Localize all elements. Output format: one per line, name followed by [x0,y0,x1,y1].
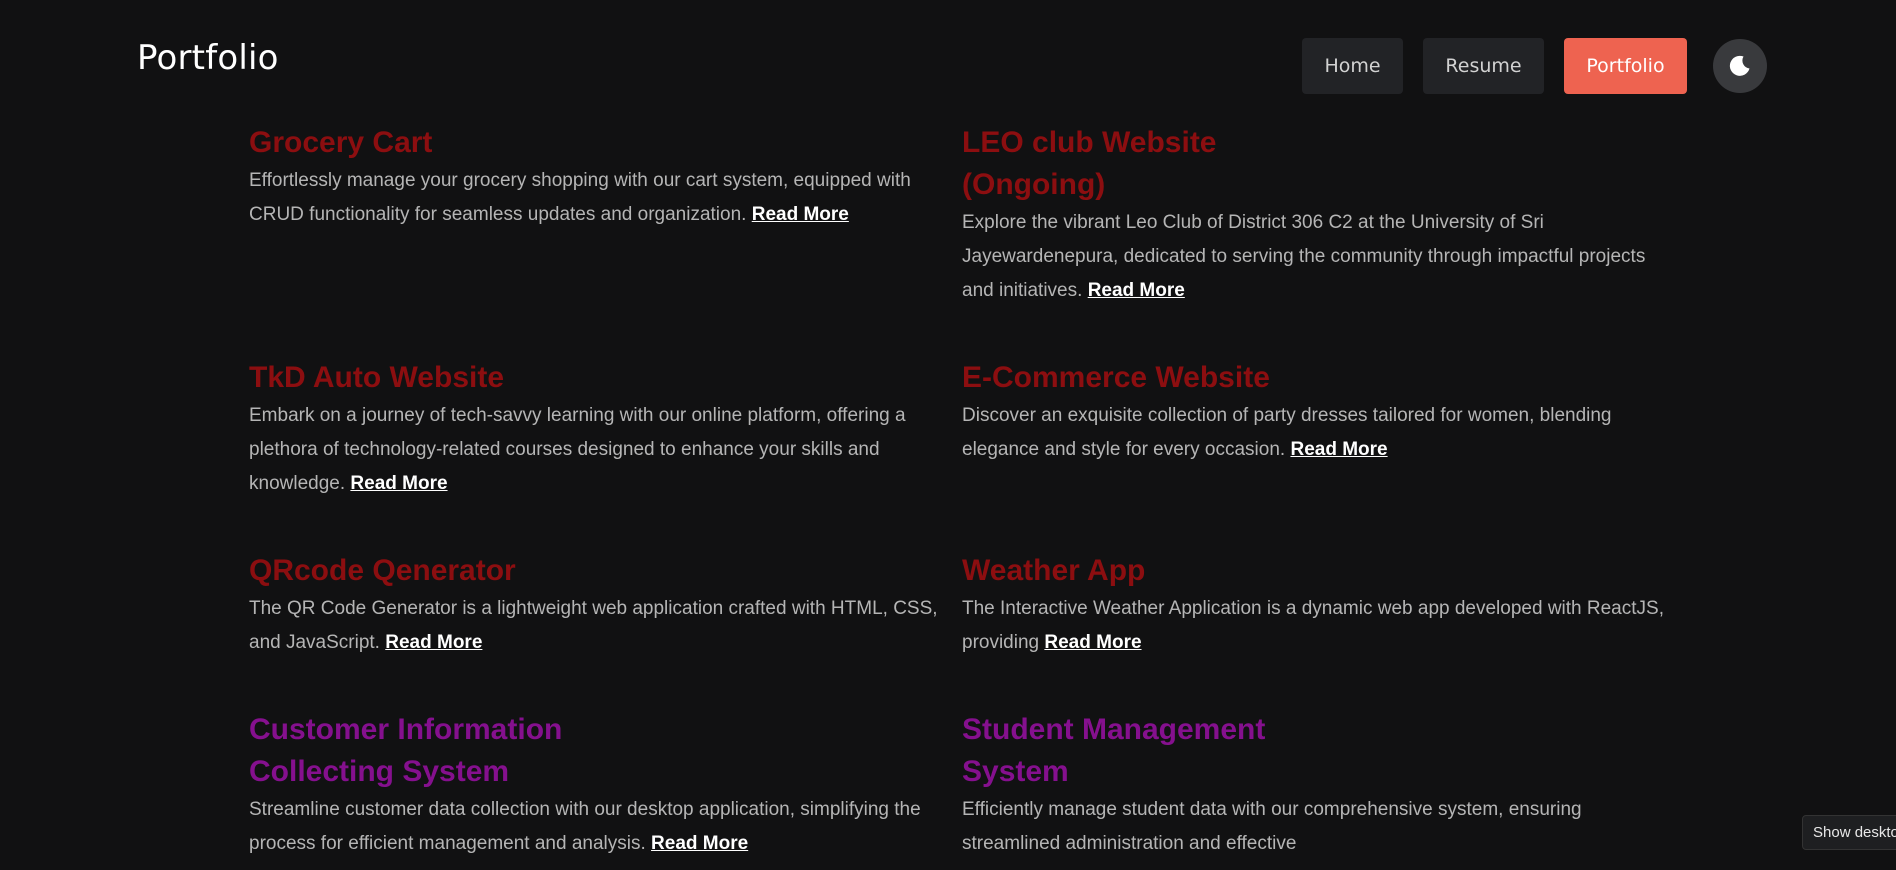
show-desktop-tooltip: Show deskto [1802,815,1896,850]
brand-logo[interactable]: Portfolio [137,38,279,78]
project-description: The Interactive Weather Application is a… [962,598,1664,653]
project-description: Discover an exquisite collection of part… [962,405,1612,460]
project-title: Grocery Cart [249,126,433,159]
top-nav: Home Resume Portfolio [1302,38,1767,94]
project-card-ecommerce: E-Commerce Website Discover an exquisite… [962,357,1672,467]
project-title: E-Commerce Website [962,361,1270,394]
project-description: Effortlessly manage your grocery shoppin… [249,170,911,225]
moon-icon [1729,55,1750,76]
read-more-link[interactable]: Read More [350,473,447,494]
project-card-weather-app: Weather App The Interactive Weather Appl… [962,550,1672,660]
project-title: TkD Auto Website [249,361,505,394]
portfolio-page: Portfolio Home Resume Portfolio Grocery … [0,0,1896,870]
nav-portfolio-button[interactable]: Portfolio [1564,38,1687,94]
project-description: Explore the vibrant Leo Club of District… [962,212,1646,301]
nav-resume-button[interactable]: Resume [1423,38,1544,94]
project-title: Student Management System [962,713,1266,788]
project-title: Customer Information Collecting System [249,713,563,788]
read-more-link[interactable]: Read More [385,632,482,653]
project-card-leo-club: LEO club Website (Ongoing) Explore the v… [962,122,1672,308]
project-title: QRcode Qenerator [249,554,516,587]
read-more-link[interactable]: Read More [1088,280,1185,301]
project-card-customer-info: Customer Information Collecting System S… [249,709,939,861]
project-title: LEO club Website (Ongoing) [962,126,1217,201]
read-more-link[interactable]: Read More [651,833,748,854]
project-title: Weather App [962,554,1146,587]
project-description: Streamline customer data collection with… [249,799,921,854]
project-description: Efficiently manage student data with our… [962,799,1582,854]
project-card-student-management: Student Management System Efficiently ma… [962,709,1672,861]
project-description: Embark on a journey of tech-savvy learni… [249,405,906,494]
read-more-link[interactable]: Read More [1290,439,1387,460]
nav-home-button[interactable]: Home [1302,38,1403,94]
theme-toggle-button[interactable] [1713,39,1767,93]
project-card-grocery-cart: Grocery Cart Effortlessly manage your gr… [249,122,929,232]
read-more-link[interactable]: Read More [1044,632,1141,653]
project-card-tkd-auto: TkD Auto Website Embark on a journey of … [249,357,929,501]
project-description: The QR Code Generator is a lightweight w… [249,598,938,653]
project-card-qrcode: QRcode Qenerator The QR Code Generator i… [249,550,939,660]
read-more-link[interactable]: Read More [752,204,849,225]
